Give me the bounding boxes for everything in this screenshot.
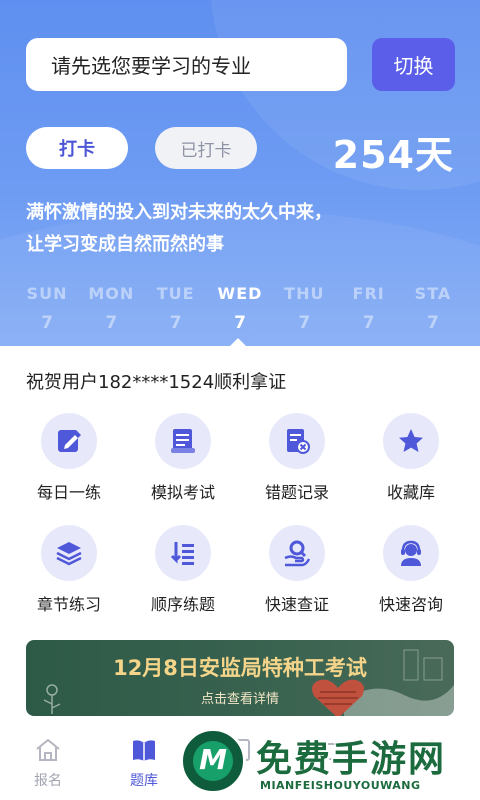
weekday-thu[interactable]: THU 7 <box>272 284 336 333</box>
layers-icon <box>41 525 97 581</box>
feature-label: 快速咨询 <box>378 595 443 614</box>
nav-question-bank[interactable]: 题库 <box>96 730 192 800</box>
watermark-logo: M <box>180 728 246 794</box>
weekday-wed[interactable]: WED 7 <box>208 284 272 333</box>
selected-day-caret-icon <box>230 338 246 346</box>
feature-label: 章节练习 <box>36 595 101 614</box>
feature-label: 模拟考试 <box>150 483 215 502</box>
banner-subtitle: 点击查看详情 <box>200 692 279 707</box>
feature-label: 快速查证 <box>264 595 329 614</box>
feature-grid: 每日一练 模拟考试 错题记录 收藏库 章节练习 顺序练题 快速查证 快速咨询 <box>12 413 468 615</box>
feature-label: 收藏库 <box>386 483 435 502</box>
feature-mock-exam[interactable]: 模拟考试 <box>126 413 240 503</box>
exam-paper-icon <box>155 413 211 469</box>
motto-text: 满怀激情的投入到对未来的太久中来， 让学习变成自然而然的事 <box>26 197 332 261</box>
exam-banner[interactable]: 12月8日安监局特种工考试 点击查看详情 <box>26 640 454 716</box>
switch-button[interactable]: 切换 <box>372 38 455 91</box>
error-record-icon <box>269 413 325 469</box>
home-icon <box>36 738 60 761</box>
checked-in-button[interactable]: 已打卡 <box>155 127 257 169</box>
watermark-title: 免费手游网 <box>256 739 447 780</box>
star-icon <box>383 413 439 469</box>
weekday-tue[interactable]: TUE 7 <box>144 284 208 333</box>
weekday-sun[interactable]: SUN 7 <box>15 284 79 333</box>
congrats-ticker: 祝贺用户182****1524顺利拿证 <box>26 372 287 393</box>
checkin-days-count: 254天 <box>332 133 454 177</box>
feature-quick-consult[interactable]: 快速咨询 <box>354 525 468 615</box>
customer-service-icon <box>383 525 439 581</box>
nav-label: 题库 <box>130 773 158 789</box>
sequence-list-icon <box>155 525 211 581</box>
feature-label: 错题记录 <box>264 483 329 502</box>
motto-line-2: 让学习变成自然而然的事 <box>26 234 224 255</box>
weekday-sat[interactable]: STA 7 <box>401 284 465 333</box>
week-strip: SUN 7 MON 7 TUE 7 WED 7 THU 7 FRI 7 STA 7 <box>15 284 465 333</box>
nav-label: 报名 <box>34 773 62 789</box>
feature-sequence-practice[interactable]: 顺序练题 <box>126 525 240 615</box>
weekday-mon[interactable]: MON 7 <box>79 284 143 333</box>
feature-favorites[interactable]: 收藏库 <box>354 413 468 503</box>
major-select-field[interactable]: 请先选您要学习的专业 <box>26 38 347 91</box>
feature-quick-verify[interactable]: 快速查证 <box>240 525 354 615</box>
feature-label: 顺序练题 <box>150 595 215 614</box>
motto-line-1: 满怀激情的投入到对未来的太久中来， <box>26 202 332 223</box>
watermark-subtitle: MIANFEISHOUYOUWANG <box>260 779 421 792</box>
feature-label: 每日一练 <box>36 483 101 502</box>
edit-icon <box>41 413 97 469</box>
header-panel: 请先选您要学习的专业 切换 打卡 已打卡 254天 满怀激情的投入到对未来的太久… <box>0 0 480 346</box>
weekday-fri[interactable]: FRI 7 <box>337 284 401 333</box>
feature-error-record[interactable]: 错题记录 <box>240 413 354 503</box>
major-select-placeholder: 请先选您要学习的专业 <box>51 54 251 78</box>
checkin-button[interactable]: 打卡 <box>26 127 128 169</box>
banner-title: 12月8日安监局特种工考试 <box>113 656 367 680</box>
site-watermark: M 免费手游网 MIANFEISHOUYOUWANG <box>180 724 480 800</box>
book-icon <box>133 740 155 761</box>
search-hand-icon <box>269 525 325 581</box>
feature-chapter-practice[interactable]: 章节练习 <box>12 525 126 615</box>
watermark-logo-letter: M <box>199 743 227 776</box>
feature-daily-practice[interactable]: 每日一练 <box>12 413 126 503</box>
nav-signup[interactable]: 报名 <box>0 730 96 800</box>
